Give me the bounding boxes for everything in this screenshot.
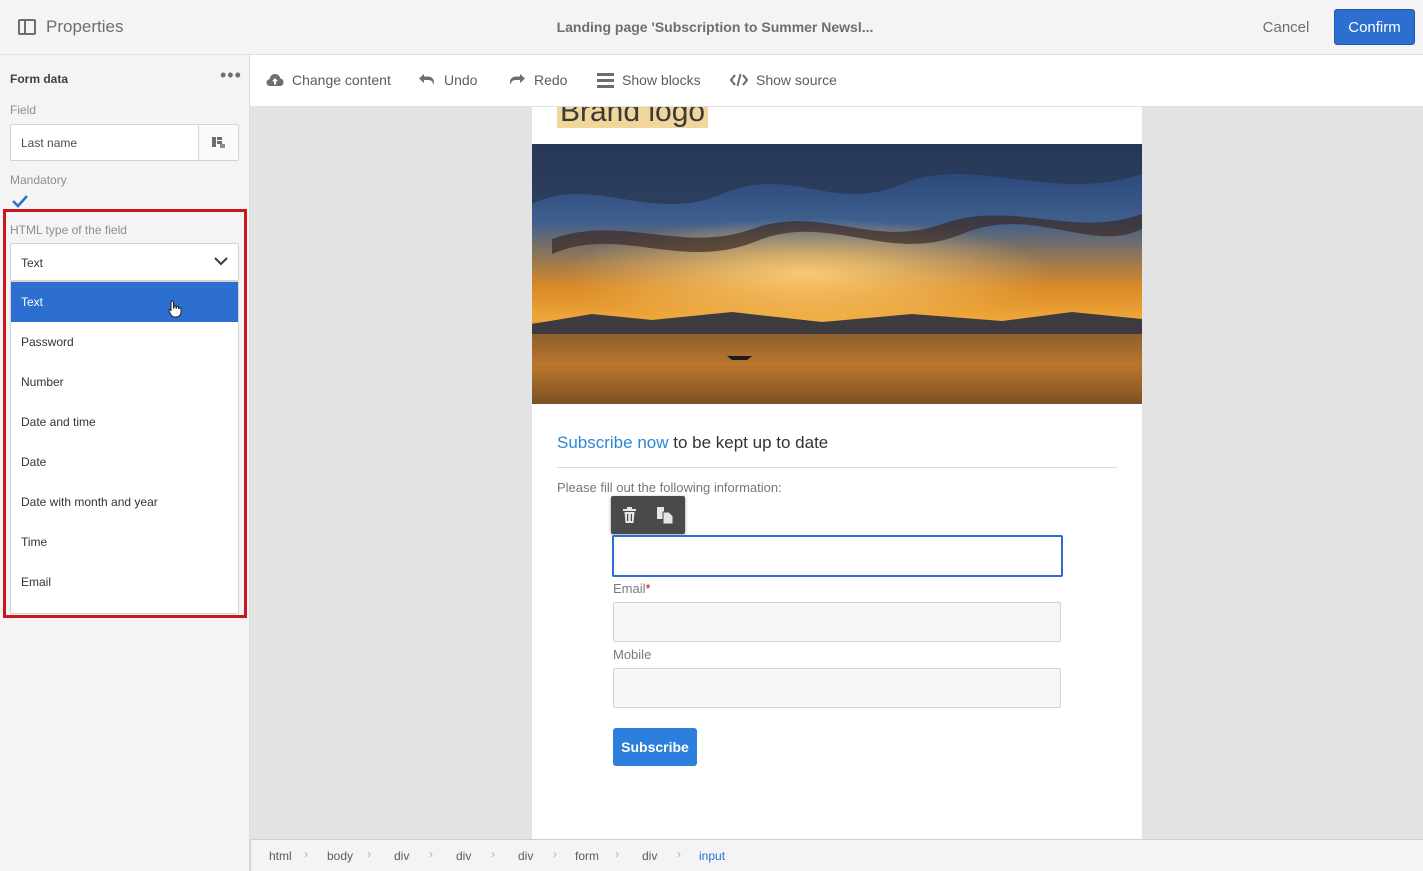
change-content-label: Change content	[292, 72, 391, 88]
cancel-button[interactable]: Cancel	[1248, 9, 1324, 45]
element-breadcrumb: html › body › div › div › div › form › d…	[250, 839, 1423, 871]
breadcrumb-div[interactable]: div	[456, 849, 471, 863]
option-number[interactable]: Number	[11, 362, 238, 402]
breadcrumb-input[interactable]: input	[699, 849, 725, 863]
subscribe-button[interactable]: Subscribe	[613, 728, 697, 766]
divider	[557, 467, 1117, 468]
element-toolbar	[611, 496, 685, 534]
form-instructions: Please fill out the following informatio…	[557, 480, 782, 495]
breadcrumb-div[interactable]: div	[394, 849, 409, 863]
breadcrumb-body[interactable]: body	[327, 849, 353, 863]
tree-picker-icon	[212, 137, 225, 148]
field-picker-button[interactable]	[198, 125, 238, 160]
chevron-right-icon: ›	[615, 847, 619, 861]
field-input[interactable]: Last name	[10, 124, 239, 161]
headline-accent: Subscribe now	[557, 433, 669, 452]
show-source-label: Show source	[756, 72, 837, 88]
option-date-month-year[interactable]: Date with month and year	[11, 482, 238, 522]
email-input[interactable]	[613, 602, 1061, 642]
field-value: Last name	[21, 136, 78, 150]
blocks-icon	[597, 72, 614, 88]
code-icon	[730, 73, 748, 87]
breadcrumb-div[interactable]: div	[518, 849, 533, 863]
cloud-upload-icon	[266, 74, 284, 86]
confirm-button[interactable]: Confirm	[1334, 9, 1415, 45]
option-password[interactable]: Password	[11, 322, 238, 362]
mandatory-checkbox[interactable]	[12, 194, 28, 208]
mandatory-label: Mandatory	[10, 173, 67, 187]
chevron-right-icon: ›	[491, 847, 495, 861]
hand-cursor-icon	[168, 300, 182, 318]
html-type-select[interactable]: Text	[10, 243, 239, 281]
required-mark: *	[645, 581, 651, 596]
option-date[interactable]: Date	[11, 442, 238, 482]
show-blocks-label: Show blocks	[622, 72, 701, 88]
last-name-input[interactable]	[612, 535, 1063, 577]
landing-page-preview: Brand logo Subscribe now to be kept up t…	[532, 107, 1142, 839]
option-email[interactable]: Email	[11, 562, 238, 602]
breadcrumb-html[interactable]: html	[269, 849, 292, 863]
mobile-label: Mobile	[613, 647, 652, 662]
email-label: Email*	[613, 581, 651, 596]
chevron-right-icon: ›	[367, 847, 371, 861]
headline-rest: to be kept up to date	[668, 433, 829, 452]
more-options-icon[interactable]: •••	[220, 65, 242, 86]
chevron-down-icon	[214, 257, 228, 266]
email-label-text: Email	[613, 581, 646, 596]
chevron-right-icon: ›	[677, 847, 681, 861]
show-source-button[interactable]: Show source	[730, 72, 837, 88]
html-type-value: Text	[21, 256, 44, 270]
top-bar: Properties Landing page 'Subscription to…	[0, 0, 1423, 55]
redo-label: Redo	[534, 72, 568, 88]
sunset-image	[532, 144, 1142, 404]
hero-image[interactable]	[532, 144, 1142, 404]
breadcrumb-form[interactable]: form	[575, 849, 599, 863]
breadcrumb-div[interactable]: div	[642, 849, 657, 863]
section-title: Form data	[10, 72, 69, 86]
mobile-input[interactable]	[613, 668, 1061, 708]
option-time[interactable]: Time	[11, 522, 238, 562]
html-type-dropdown: Text Password Number Date and time Date …	[10, 281, 239, 614]
editor-canvas: Brand logo Subscribe now to be kept up t…	[250, 107, 1423, 839]
redo-icon	[510, 74, 525, 85]
undo-icon	[419, 74, 434, 85]
brand-logo[interactable]: Brand logo	[557, 107, 709, 128]
undo-label: Undo	[444, 72, 478, 88]
properties-panel: Form data ••• Field Last name Mandatory …	[0, 55, 250, 871]
headline: Subscribe now to be kept up to date	[557, 433, 828, 453]
change-content-button[interactable]: Change content	[266, 72, 391, 88]
show-blocks-button[interactable]: Show blocks	[597, 72, 701, 88]
page-title: Landing page 'Subscription to Summer New…	[556, 19, 874, 35]
duplicate-icon[interactable]	[657, 507, 673, 524]
undo-button[interactable]: Undo	[418, 72, 477, 88]
option-text[interactable]: Text	[11, 282, 238, 322]
chevron-right-icon: ›	[553, 847, 557, 861]
redo-button[interactable]: Redo	[508, 72, 567, 88]
editor-toolbar: Change content Undo Redo Show blocks Sho…	[250, 55, 1423, 107]
html-type-label: HTML type of the field	[10, 223, 127, 237]
field-label: Field	[10, 103, 37, 117]
trash-icon[interactable]	[623, 507, 636, 523]
chevron-right-icon: ›	[429, 847, 433, 861]
option-date-and-time[interactable]: Date and time	[11, 402, 238, 442]
chevron-right-icon: ›	[304, 847, 308, 861]
